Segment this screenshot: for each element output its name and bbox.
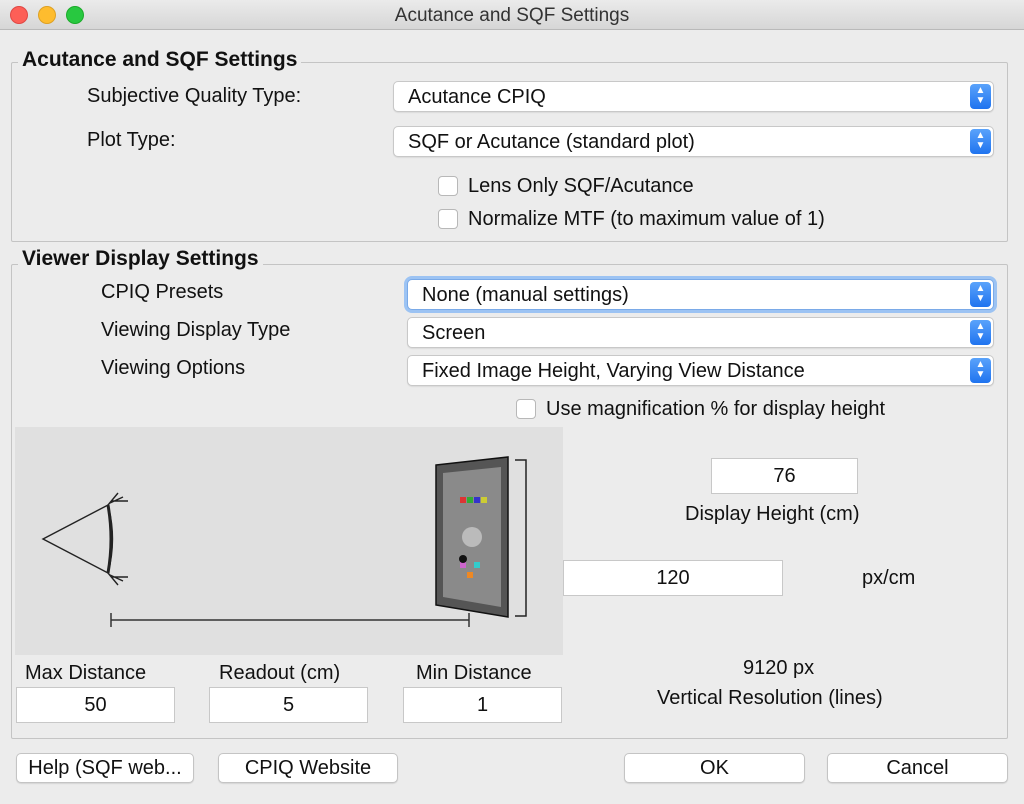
cpiq-presets-value: None (manual settings) <box>422 284 629 306</box>
display-type-value: Screen <box>422 322 486 344</box>
lens-only-checkbox[interactable] <box>438 176 458 196</box>
readout-field[interactable]: 5 <box>209 687 368 723</box>
subjective-quality-select[interactable]: Acutance CPIQ ▲ ▼ <box>393 81 994 112</box>
plot-type-label: Plot Type: <box>87 129 176 151</box>
test-chart-icon <box>435 456 509 618</box>
updown-arrows-icon: ▲ ▼ <box>970 129 991 154</box>
magnification-label: Use magnification % for display height <box>546 398 886 420</box>
updown-arrows-icon: ▲ ▼ <box>970 282 991 307</box>
title-bar: Acutance and SQF Settings <box>0 0 1024 30</box>
px-per-cm-field[interactable]: 120 <box>563 560 783 596</box>
vertical-resolution-label: Vertical Resolution (lines) <box>657 687 883 709</box>
eye-to-chart-illustration <box>41 456 527 627</box>
max-distance-field[interactable]: 50 <box>16 687 175 723</box>
window-title: Acutance and SQF Settings <box>394 5 630 26</box>
acutance-group-legend: Acutance and SQF Settings <box>18 48 302 72</box>
updown-arrows-icon: ▲ ▼ <box>970 84 991 109</box>
cpiq-presets-select[interactable]: None (manual settings) ▲ ▼ <box>407 279 994 310</box>
px-per-cm-unit: px/cm <box>862 567 916 589</box>
height-bracket <box>515 459 527 617</box>
display-height-label: Display Height (cm) <box>685 503 860 525</box>
max-distance-label: Max Distance <box>25 662 147 684</box>
updown-arrows-icon: ▲ ▼ <box>970 320 991 345</box>
plot-type-value: SQF or Acutance (standard plot) <box>408 131 695 153</box>
cpiq-website-button[interactable]: CPIQ Website <box>218 753 398 783</box>
min-distance-field[interactable]: 1 <box>403 687 562 723</box>
vertical-resolution-value: 9120 px <box>743 657 815 679</box>
lens-only-label: Lens Only SQF/Acutance <box>468 175 694 197</box>
viewing-diagram <box>15 427 563 655</box>
normalize-mtf-checkbox[interactable] <box>438 209 458 229</box>
min-distance-label: Min Distance <box>416 662 532 684</box>
cpiq-presets-label: CPIQ Presets <box>101 281 224 303</box>
display-type-select[interactable]: Screen ▲ ▼ <box>407 317 994 348</box>
normalize-mtf-label: Normalize MTF (to maximum value of 1) <box>468 208 825 230</box>
display-type-label: Viewing Display Type <box>101 319 291 341</box>
cancel-button[interactable]: Cancel <box>827 753 1008 783</box>
subjective-quality-label: Subjective Quality Type: <box>87 85 302 107</box>
viewing-options-select[interactable]: Fixed Image Height, Varying View Distanc… <box>407 355 994 386</box>
help-button[interactable]: Help (SQF web... <box>16 753 194 783</box>
viewer-group-legend: Viewer Display Settings <box>18 247 263 271</box>
viewing-options-label: Viewing Options <box>101 357 246 379</box>
ok-button[interactable]: OK <box>624 753 805 783</box>
plot-type-select[interactable]: SQF or Acutance (standard plot) ▲ ▼ <box>393 126 994 157</box>
updown-arrows-icon: ▲ ▼ <box>970 358 991 383</box>
display-height-field[interactable]: 76 <box>711 458 858 494</box>
readout-label: Readout (cm) <box>219 662 341 684</box>
magnification-checkbox[interactable] <box>516 399 536 419</box>
viewing-options-value: Fixed Image Height, Varying View Distanc… <box>422 360 805 382</box>
eye-icon <box>41 492 128 586</box>
subjective-quality-value: Acutance CPIQ <box>408 86 546 108</box>
